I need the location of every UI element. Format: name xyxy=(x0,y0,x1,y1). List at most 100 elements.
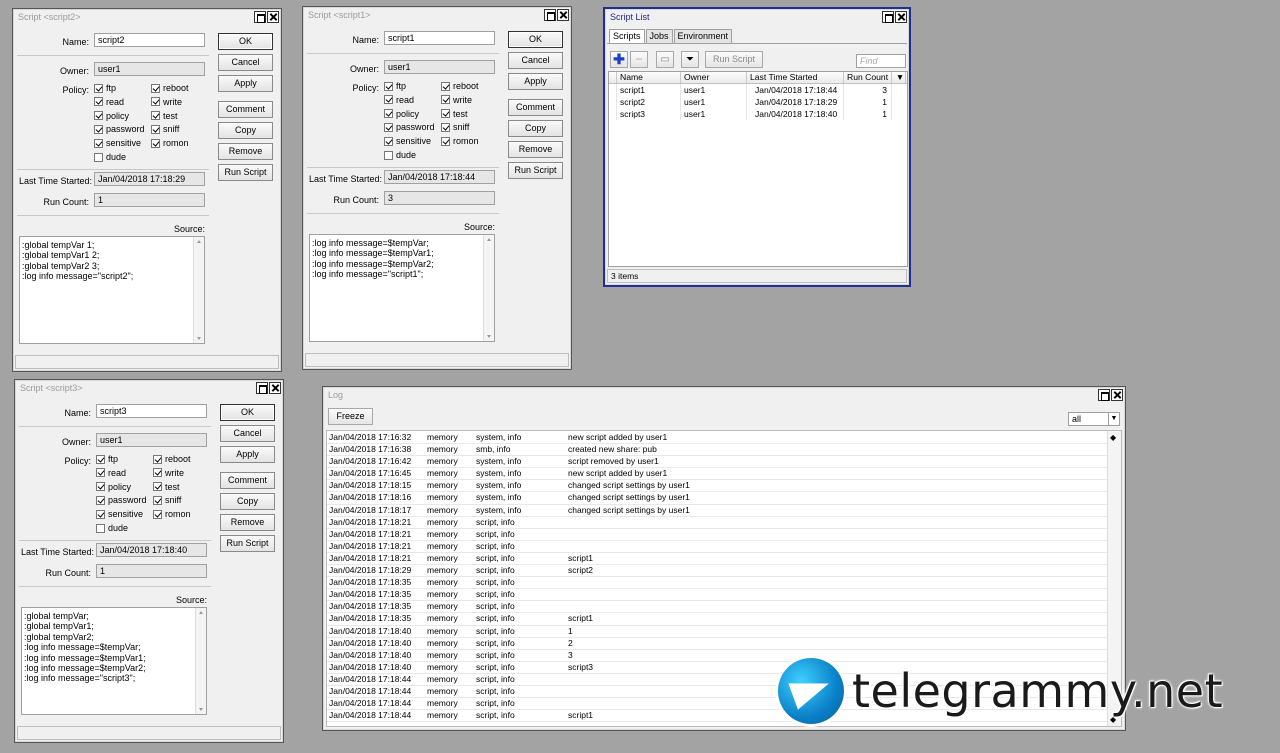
copy-button[interactable]: Copy xyxy=(218,122,273,139)
script3-editor-window[interactable]: Script <script3> Name: script3 Owner: user1… xyxy=(14,379,284,743)
checkbox-icon[interactable] xyxy=(96,468,105,478)
checkbox-icon[interactable] xyxy=(96,523,105,533)
checkbox-icon[interactable] xyxy=(94,111,103,121)
window-titlebar[interactable]: Script List xyxy=(605,9,909,26)
policy-test-checkbox[interactable]: test xyxy=(151,111,178,121)
policy-dude-checkbox[interactable]: dude xyxy=(94,152,126,162)
policy-dude-checkbox[interactable]: dude xyxy=(96,523,128,533)
policy-ftp-checkbox[interactable]: ftp xyxy=(384,81,406,91)
window-titlebar[interactable]: Script <script1> xyxy=(303,7,571,24)
checkbox-icon[interactable] xyxy=(384,136,393,146)
policy-password-checkbox[interactable]: password xyxy=(94,124,145,134)
policy-sniff-checkbox[interactable]: sniff xyxy=(153,495,181,505)
script-list-window[interactable]: Script List Scripts Jobs Environment ✚ −… xyxy=(603,7,911,287)
policy-read-checkbox[interactable]: read xyxy=(384,95,414,105)
policy-write-checkbox[interactable]: write xyxy=(151,97,182,107)
script2-editor-window[interactable]: Script <script2> Name: script2 Owner: user1… xyxy=(12,8,282,372)
source-scrollbar[interactable] xyxy=(193,237,204,343)
checkbox-icon[interactable] xyxy=(151,124,160,134)
policy-test-checkbox[interactable]: test xyxy=(441,109,468,119)
checkbox-icon[interactable] xyxy=(441,81,450,91)
log-row[interactable]: Jan/04/2018 17:18:15 memory system, info ch… xyxy=(327,480,1107,493)
log-row[interactable]: Jan/04/2018 17:18:35 memory script, info xyxy=(327,601,1107,614)
filter-button[interactable]: ⏷ xyxy=(681,51,699,68)
policy-test-checkbox[interactable]: test xyxy=(153,482,180,492)
policy-romon-checkbox[interactable]: romon xyxy=(151,138,189,148)
maximize-icon[interactable] xyxy=(544,9,556,21)
policy-sniff-checkbox[interactable]: sniff xyxy=(441,122,469,132)
log-row[interactable]: Jan/04/2018 17:18:35 memory script, info xyxy=(327,577,1107,590)
cancel-button[interactable]: Cancel xyxy=(220,425,275,442)
checkbox-icon[interactable] xyxy=(151,83,160,93)
col-owner[interactable]: Owner xyxy=(681,72,747,83)
checkbox-icon[interactable] xyxy=(96,509,105,519)
add-button[interactable]: ✚ xyxy=(610,51,628,68)
col-name[interactable]: Name xyxy=(617,72,681,83)
scripts-table[interactable]: Name Owner Last Time Started Run Count ▼… xyxy=(608,71,908,267)
checkbox-icon[interactable] xyxy=(94,83,103,93)
checkbox-icon[interactable] xyxy=(441,95,450,105)
source-editor[interactable]: :global tempVar 1; :global tempVar1 2; :… xyxy=(19,236,205,344)
checkbox-icon[interactable] xyxy=(153,495,162,505)
policy-password-checkbox[interactable]: password xyxy=(384,122,435,132)
ok-button[interactable]: OK xyxy=(218,33,273,50)
policy-write-checkbox[interactable]: write xyxy=(441,95,472,105)
log-filter-select[interactable]: all ▼ xyxy=(1068,412,1120,426)
log-row[interactable]: Jan/04/2018 17:18:21 memory script, info sc… xyxy=(327,553,1107,566)
log-row[interactable]: Jan/04/2018 17:18:21 memory script, info xyxy=(327,541,1107,553)
policy-policy-checkbox[interactable]: policy xyxy=(96,482,131,492)
name-input[interactable]: script2 xyxy=(94,33,205,47)
scroll-up-icon[interactable] xyxy=(487,238,491,241)
run-script-toolbar-button[interactable]: Run Script xyxy=(705,51,763,68)
checkbox-icon[interactable] xyxy=(151,97,160,107)
checkbox-icon[interactable] xyxy=(94,124,103,134)
close-icon[interactable] xyxy=(269,382,281,394)
find-input[interactable]: Find xyxy=(856,54,906,68)
log-row[interactable]: Jan/04/2018 17:18:16 memory system, info ch… xyxy=(327,492,1107,505)
policy-sensitive-checkbox[interactable]: sensitive xyxy=(94,138,141,148)
checkbox-icon[interactable] xyxy=(441,109,450,119)
policy-sniff-checkbox[interactable]: sniff xyxy=(151,124,179,134)
policy-romon-checkbox[interactable]: romon xyxy=(153,509,191,519)
apply-button[interactable]: Apply xyxy=(220,446,275,463)
checkbox-icon[interactable] xyxy=(384,95,393,105)
log-row[interactable]: Jan/04/2018 17:16:32 memory system, info ne… xyxy=(327,432,1107,445)
name-input[interactable]: script3 xyxy=(96,404,207,418)
checkbox-icon[interactable] xyxy=(384,122,393,132)
scroll-up-icon[interactable] xyxy=(199,611,203,614)
source-editor[interactable]: :global tempVar; :global tempVar1; :glob… xyxy=(21,607,207,715)
log-row[interactable]: Jan/04/2018 17:18:17 memory system, info ch… xyxy=(327,505,1107,517)
close-icon[interactable] xyxy=(557,9,569,21)
log-row[interactable]: Jan/04/2018 17:18:21 memory script, info xyxy=(327,529,1107,541)
checkbox-icon[interactable] xyxy=(441,136,450,146)
log-row[interactable]: Jan/04/2018 17:18:40 memory script, info 2 xyxy=(327,638,1107,650)
ok-button[interactable]: OK xyxy=(508,31,563,48)
checkbox-icon[interactable] xyxy=(384,81,393,91)
ok-button[interactable]: OK xyxy=(220,404,275,421)
comment-button[interactable]: Comment xyxy=(220,472,275,489)
close-icon[interactable] xyxy=(267,11,279,23)
log-row[interactable]: Jan/04/2018 17:18:35 memory script, info sc… xyxy=(327,613,1107,626)
log-row[interactable]: Jan/04/2018 17:18:35 memory script, info xyxy=(327,589,1107,602)
scroll-down-icon[interactable] xyxy=(199,708,203,711)
copy-button[interactable]: Copy xyxy=(220,493,275,510)
window-titlebar[interactable]: Script <script3> xyxy=(15,380,283,397)
checkbox-icon[interactable] xyxy=(384,109,393,119)
remove-button[interactable]: Remove xyxy=(508,141,563,158)
window-titlebar[interactable]: Script <script2> xyxy=(13,9,281,26)
maximize-icon[interactable] xyxy=(1098,389,1110,401)
scroll-up-icon[interactable]: ◆ xyxy=(1110,433,1116,442)
run-script-button[interactable]: Run Script xyxy=(218,164,273,181)
checkbox-icon[interactable] xyxy=(153,468,162,478)
checkbox-icon[interactable] xyxy=(384,150,393,160)
source-scrollbar[interactable] xyxy=(483,235,494,341)
tab-scripts[interactable]: Scripts xyxy=(609,29,645,43)
table-row[interactable]: script3 user1 Jan/04/2018 17:18:40 1 xyxy=(609,108,907,120)
cancel-button[interactable]: Cancel xyxy=(508,52,563,69)
tab-jobs[interactable]: Jobs xyxy=(645,29,673,43)
policy-ftp-checkbox[interactable]: ftp xyxy=(96,454,118,464)
remove-button[interactable]: − xyxy=(630,51,648,68)
apply-button[interactable]: Apply xyxy=(508,73,563,90)
comment-button[interactable]: Comment xyxy=(508,99,563,116)
close-icon[interactable] xyxy=(895,11,907,23)
